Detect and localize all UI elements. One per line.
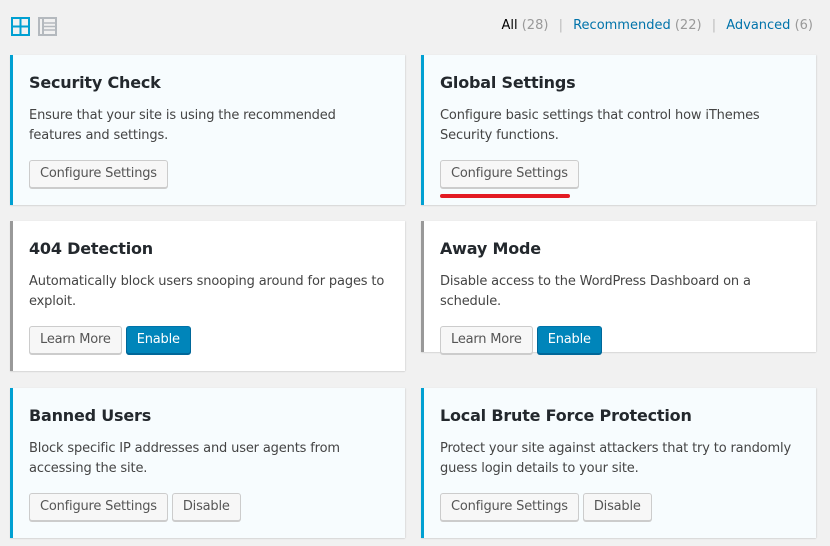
module-card-global-settings: Global Settings Configure basic settings… bbox=[421, 55, 816, 205]
configure-settings-button[interactable]: Configure Settings bbox=[440, 160, 579, 188]
filter-all-count: (28) bbox=[521, 18, 549, 33]
module-description: Configure basic settings that control ho… bbox=[440, 108, 760, 143]
module-actions: Learn More Enable bbox=[29, 326, 389, 354]
grid-icon bbox=[11, 17, 30, 36]
disable-button[interactable]: Disable bbox=[171, 493, 241, 521]
module-title: Local Brute Force Protection bbox=[440, 406, 692, 425]
module-description: Protect your site against attackers that… bbox=[440, 441, 792, 476]
module-card-local-brute-force: Local Brute Force Protection Protect you… bbox=[421, 388, 816, 538]
module-actions: Configure Settings Disable bbox=[440, 493, 800, 521]
disable-button[interactable]: Disable bbox=[582, 493, 652, 521]
module-filters: All (28) | Recommended (22) | Advanced (… bbox=[501, 18, 813, 33]
configure-settings-button[interactable]: Configure Settings bbox=[29, 493, 168, 521]
enable-button[interactable]: Enable bbox=[536, 326, 602, 354]
view-switch bbox=[11, 17, 57, 36]
module-title: Global Settings bbox=[440, 73, 576, 92]
module-card-security-check: Security Check Ensure that your site is … bbox=[10, 55, 405, 205]
module-card-404-detection: 404 Detection Automatically block users … bbox=[10, 221, 405, 371]
learn-more-button[interactable]: Learn More bbox=[440, 326, 533, 354]
filter-separator: | bbox=[711, 18, 717, 33]
module-actions: Configure Settings Disable bbox=[29, 493, 389, 521]
grid-view-button[interactable] bbox=[11, 17, 30, 36]
filter-all[interactable]: All bbox=[501, 18, 517, 33]
filter-advanced[interactable]: Advanced bbox=[726, 18, 790, 33]
list-icon bbox=[38, 17, 57, 36]
filter-recommended-count: (22) bbox=[674, 18, 702, 33]
module-actions: Learn More Enable bbox=[440, 326, 800, 354]
module-card-banned-users: Banned Users Block specific IP addresses… bbox=[10, 388, 405, 538]
module-title: Away Mode bbox=[440, 239, 541, 258]
filter-recommended[interactable]: Recommended bbox=[573, 18, 671, 33]
enable-button[interactable]: Enable bbox=[125, 326, 191, 354]
filter-advanced-count: (6) bbox=[794, 18, 813, 33]
learn-more-button[interactable]: Learn More bbox=[29, 326, 122, 354]
module-title: Security Check bbox=[29, 73, 161, 92]
configure-settings-button[interactable]: Configure Settings bbox=[29, 160, 168, 188]
module-card-away-mode: Away Mode Disable access to the WordPres… bbox=[421, 221, 816, 354]
module-description: Automatically block users snooping aroun… bbox=[29, 274, 385, 309]
module-actions: Configure Settings bbox=[440, 160, 800, 198]
module-title: Banned Users bbox=[29, 406, 152, 425]
list-view-button[interactable] bbox=[38, 17, 57, 36]
module-actions: Configure Settings bbox=[29, 160, 389, 188]
filter-separator: | bbox=[558, 18, 563, 33]
module-title: 404 Detection bbox=[29, 239, 154, 258]
module-description: Ensure that your site is using the recom… bbox=[29, 108, 336, 143]
configure-settings-button[interactable]: Configure Settings bbox=[440, 493, 579, 521]
module-description: Disable access to the WordPress Dashboar… bbox=[440, 274, 751, 309]
module-description: Block specific IP addresses and user age… bbox=[29, 441, 340, 476]
highlight-underline bbox=[440, 194, 570, 198]
